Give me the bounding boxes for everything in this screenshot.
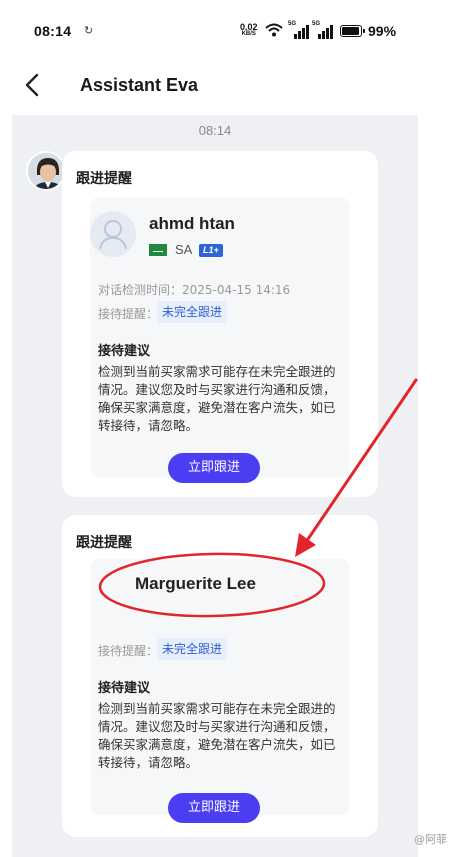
status-time: 08:14 [34, 23, 72, 39]
advice-title: 接待建议 [98, 344, 151, 359]
card-title: 跟进提醒 [76, 171, 132, 187]
detect-time-value: 2025-04-15 14:16 [182, 283, 291, 297]
reminder-label: 接待提醒： [98, 644, 159, 658]
battery-percent: 99% [368, 23, 397, 39]
status-badge: 未完全跟进 [157, 301, 228, 323]
network-speed-unit: KB/S [241, 31, 256, 37]
contact-name[interactable]: Marguerite Lee [135, 574, 256, 594]
detect-time-row: 对话检测时间：2025-04-15 14:16 [98, 281, 290, 298]
contact-name[interactable]: ahmd htan [149, 214, 235, 234]
customer-info-panel: ahmd htan SA L1+ 对话检测时间：2025-04-15 14:16… [90, 197, 350, 477]
country-code: SA [175, 242, 193, 257]
follow-up-button[interactable]: 立即跟进 [168, 453, 260, 483]
assistant-avatar[interactable] [26, 151, 66, 191]
message-timestamp: 08:14 [198, 123, 232, 138]
advice-text: 检测到当前买家需求可能存在未完全跟进的情况。建议您及时与买家进行沟通和反馈，确保… [98, 701, 336, 770]
status-bar: 08:14 ↻ 0.02 KB/S 5G 5G 99% [0, 0, 459, 56]
network-speed: 0.02 KB/S [240, 23, 258, 38]
status-badge: 未完全跟进 [157, 638, 228, 660]
follow-up-button[interactable]: 立即跟进 [168, 793, 260, 823]
app-header: Assistant Eva [0, 56, 459, 114]
follow-up-card: 跟进提醒 Marguerite Lee 接待提醒： 未完全跟进 接待建议 检测到… [62, 515, 378, 837]
network-speed-value: 0.02 [240, 22, 258, 32]
follow-up-card: 跟进提醒 ahmd htan SA L1+ 对话检测时间：2025-04-15 … [62, 151, 378, 497]
detect-time-label: 对话检测时间： [98, 283, 183, 297]
back-button[interactable] [20, 71, 48, 99]
sync-icon: ↻ [84, 24, 94, 37]
customer-info-panel: Marguerite Lee 接待提醒： 未完全跟进 接待建议 检测到当前买家需… [90, 559, 350, 815]
advice-text: 检测到当前买家需求可能存在未完全跟进的情况。建议您及时与买家进行沟通和反馈，确保… [98, 364, 336, 433]
saudi-flag-icon [149, 244, 167, 256]
reminder-label: 接待提醒： [98, 307, 159, 321]
chevron-left-icon [25, 73, 39, 97]
battery-icon [340, 25, 365, 37]
page-title: Assistant Eva [80, 75, 199, 95]
wifi-icon [265, 23, 283, 37]
level-badge: L1+ [199, 244, 223, 257]
user-placeholder-icon [90, 211, 136, 257]
advice-title: 接待建议 [98, 681, 151, 696]
watermark: @阿菲 [414, 833, 447, 846]
card-title: 跟进提醒 [76, 535, 132, 551]
chat-area[interactable]: 08:14 跟进提醒 ahmd htan SA L1+ 对话检测时间：2025-… [12, 115, 418, 857]
